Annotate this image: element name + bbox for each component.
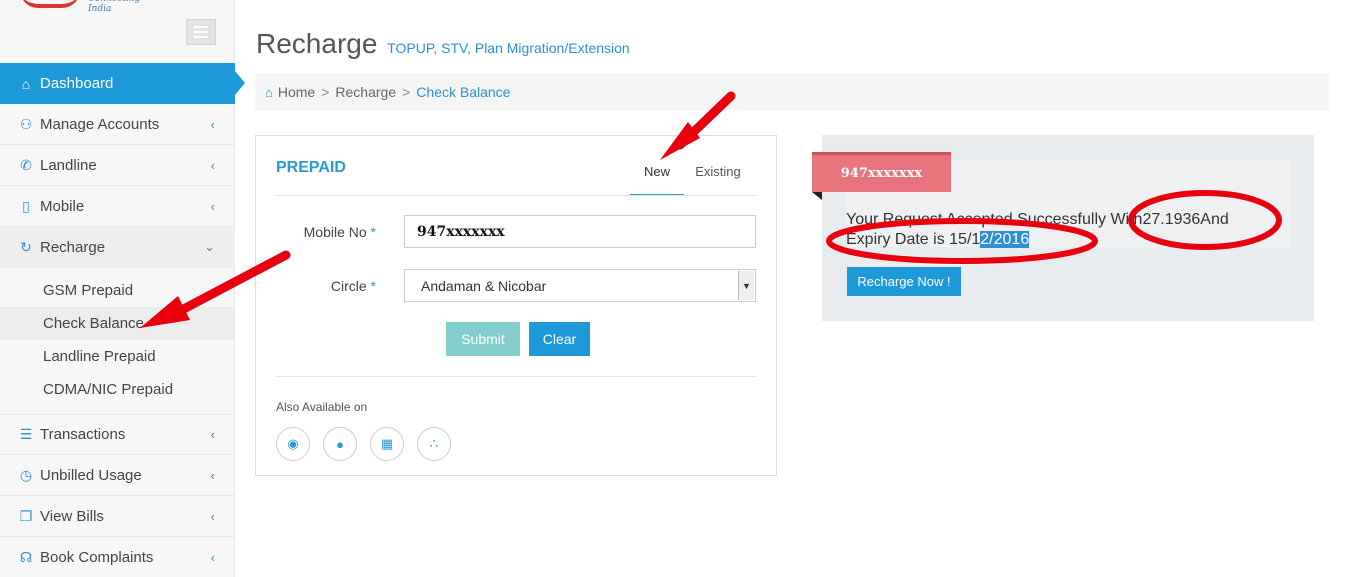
ribbon-fold [812,192,822,200]
brand-logo[interactable]: Connecting India [0,0,160,14]
apple-icon[interactable]: ● [323,427,357,461]
sidebar-item-view-bills[interactable]: ❐ View Bills ‹ [0,496,235,537]
result-message-line1: Your Request Accepted Successfully With2… [846,211,1229,228]
logo-swoosh [20,0,80,8]
breadcrumb-separator: > [402,84,411,100]
sidebar-subitem-check-balance[interactable]: Check Balance [0,307,235,340]
sidebar-item-book-complaints[interactable]: ☊ Book Complaints ‹ [0,537,235,577]
sidebar-item-label: Dashboard [40,75,114,92]
sidebar-item-dashboard[interactable]: ⌂ Dashboard [0,63,245,104]
breadcrumb-current: Check Balance [416,84,511,100]
result-message-highlight: 2/2016 [980,231,1030,248]
clear-button[interactable]: Clear [529,322,590,356]
sidebar-subitem-gsm-prepaid[interactable]: GSM Prepaid [0,274,235,307]
result-message-line2a: Expiry Date is 15/1 [846,231,981,248]
logo-tagline: Connecting India [88,0,140,14]
divider [276,195,756,196]
sidebar-subitem-label: GSM Prepaid [43,282,134,299]
chevron-left-icon: ‹ [210,157,215,173]
panel-title: PREPAID [276,159,346,176]
chevron-left-icon: ‹ [210,198,215,214]
chevron-left-icon: ‹ [210,508,215,524]
headset-icon: ☊ [19,548,33,565]
sidebar-subitem-cdma-nic-prepaid[interactable]: CDMA/NIC Prepaid [0,373,235,406]
mobile-no-label: Mobile No * [303,224,376,240]
chevron-down-icon[interactable]: ▼ [738,271,754,300]
chevron-down-icon: ⌄ [204,239,215,254]
tab-bar: New Existing [630,156,746,196]
circle-label: Circle * [330,278,376,294]
breadcrumb-separator: > [321,84,330,100]
tab-new[interactable]: New [630,156,684,196]
breadcrumb: ⌂ Home > Recharge > Check Balance [255,74,1329,110]
sidebar-item-landline[interactable]: ✆ Landline ‹ [0,145,235,186]
sidebar-item-mobile[interactable]: ▯ Mobile ‹ [0,186,235,227]
recharge-now-button[interactable]: Recharge Now ! [847,267,961,296]
sidebar-item-label: Landline [40,156,97,174]
sidebar-item-label: Book Complaints [40,548,154,566]
sidebar-subitem-label: Check Balance [43,315,144,332]
sidebar-item-label: Mobile [40,197,85,215]
sidebar-item-label: Manage Accounts [40,115,160,133]
sidebar-item-recharge[interactable]: ↻ Recharge ⌄ [0,227,235,268]
chevron-left-icon: ‹ [210,467,215,483]
submit-button[interactable]: Submit [446,322,520,356]
also-available-label: Also Available on [276,400,368,414]
page-subtitle: TOPUP, STV, Plan Migration/Extension [387,40,630,56]
chevron-left-icon: ‹ [210,427,215,442]
sidebar-item-label: Recharge [40,238,106,256]
prepaid-panel: PREPAID New Existing Mobile No * 947xxxx… [255,135,777,476]
sidebar: Connecting India ⌂ Dashboard ⚇ Manage Ac… [0,0,245,577]
clock-icon: ◷ [19,466,33,483]
sidebar-subitem-label: Landline Prepaid [43,348,156,365]
circle-select-value: Andaman & Nicobar [421,277,547,294]
users-icon: ⚇ [19,115,33,132]
sidebar-subitem-label: CDMA/NIC Prepaid [43,381,174,398]
circle-select[interactable]: Andaman & Nicobar ▼ [404,269,756,302]
sidebar-item-label: Unbilled Usage [40,466,142,484]
menu-toggle-button[interactable] [186,19,216,45]
breadcrumb-home[interactable]: Home [278,84,315,100]
page-title-text: Recharge [256,28,378,59]
number-ribbon: 947xxxxxxx [812,152,951,192]
phone-icon: ✆ [20,156,32,173]
copy-icon: ❐ [19,507,33,524]
home-icon: ⌂ [265,84,273,100]
windows-icon[interactable]: ▦ [370,427,404,461]
sidebar-item-unbilled-usage[interactable]: ◷ Unbilled Usage ‹ [0,455,235,496]
blackberry-icon[interactable]: ∴ [417,427,451,461]
sidebar-item-transactions[interactable]: ☰ Transactions ‹ [0,414,235,455]
home-icon: ⌂ [21,75,31,92]
breadcrumb-recharge[interactable]: Recharge [335,84,396,100]
list-icon: ☰ [19,426,33,442]
android-icon[interactable]: ◉ [276,427,310,461]
divider [276,376,756,377]
mobile-icon: ▯ [22,197,30,214]
chevron-left-icon: ‹ [210,116,215,132]
result-message: Your Request Accepted Successfully With2… [846,210,1286,250]
sidebar-item-label: View Bills [40,507,104,525]
page-title: Recharge TOPUP, STV, Plan Migration/Exte… [256,28,630,60]
chevron-left-icon: ‹ [210,549,215,565]
mobile-no-input[interactable]: 947xxxxxxx [404,215,756,248]
refresh-icon: ↻ [20,238,32,255]
sidebar-item-manage-accounts[interactable]: ⚇ Manage Accounts ‹ [0,104,235,145]
sidebar-subitem-landline-prepaid[interactable]: Landline Prepaid [0,340,235,373]
tab-existing[interactable]: Existing [690,156,746,196]
sidebar-item-label: Transactions [40,426,126,443]
